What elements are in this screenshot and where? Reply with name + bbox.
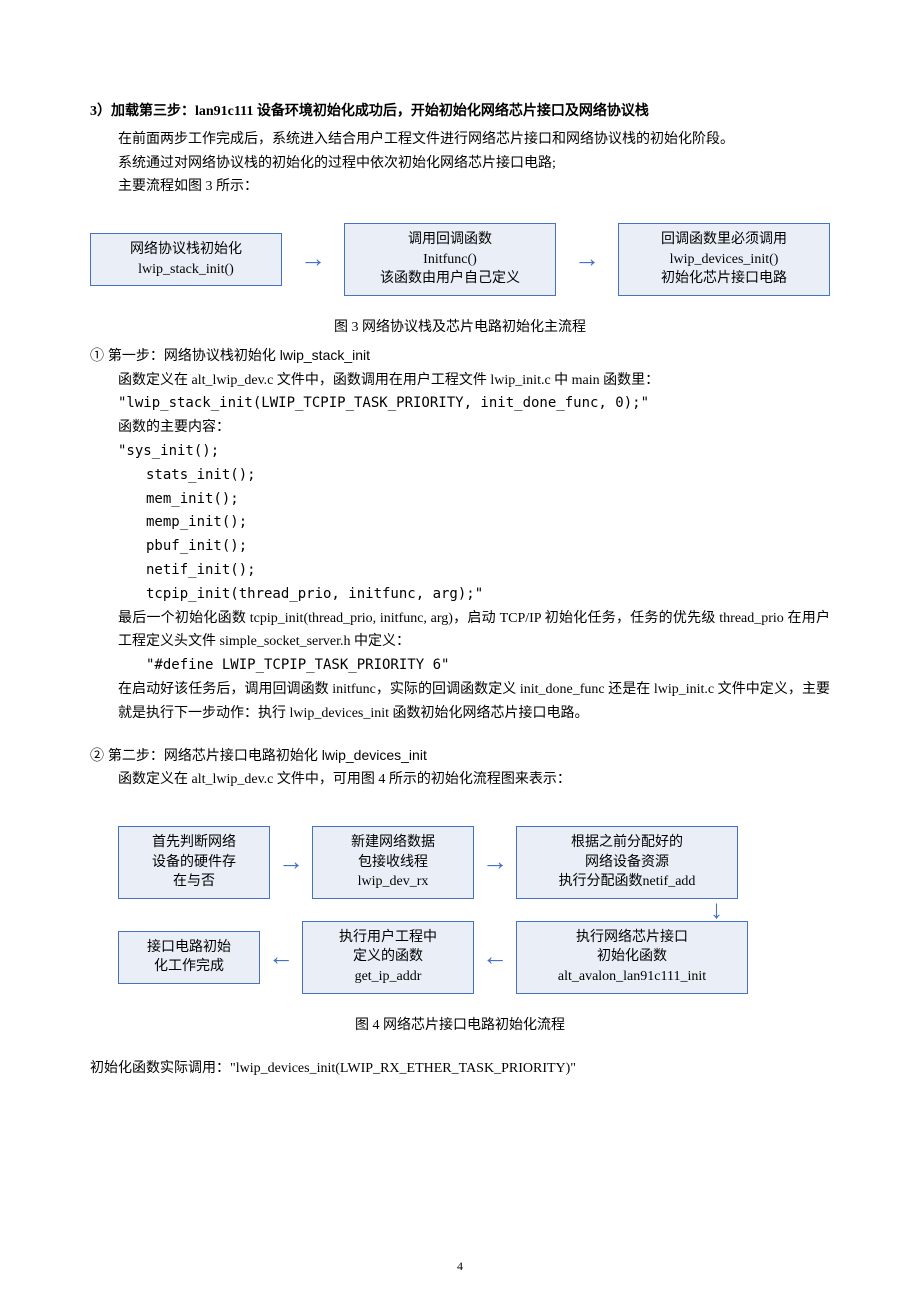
arrow-left-icon: ←: [266, 935, 296, 979]
arrow-right-icon: →: [276, 840, 306, 884]
flow-box: 调用回调函数 Initfunc() 该函数由用户自己定义: [344, 223, 556, 296]
code: "sys_init();: [90, 440, 830, 464]
arrow-right-icon: →: [572, 237, 602, 281]
flow-box: 网络协议栈初始化 lwip_stack_init(): [90, 233, 282, 286]
text: 网络协议栈初始化: [101, 240, 271, 260]
flow-box: 根据之前分配好的 网络设备资源 执行分配函数netif_add: [516, 826, 738, 899]
flow-box: 执行用户工程中 定义的函数 get_ip_addr: [302, 921, 474, 994]
text: 执行网络芯片接口: [527, 928, 737, 948]
code: tcpip_init(thread_prio, initfunc, arg);": [90, 583, 830, 607]
text: 初始化函数实际调用："lwip_devices_init(LWIP_RX_ETH…: [90, 1057, 830, 1081]
diagram-3: 网络协议栈初始化 lwip_stack_init() → 调用回调函数 Init…: [90, 223, 830, 296]
text: 在与否: [129, 872, 259, 892]
code: "lwip_stack_init(LWIP_TCPIP_TASK_PRIORIT…: [90, 392, 830, 416]
paragraph: 系统通过对网络协议栈的初始化的过程中依次初始化网络芯片接口电路;: [90, 152, 830, 176]
text: 执行分配函数netif_add: [527, 872, 727, 892]
text: 回调函数里必须调用: [629, 230, 819, 250]
text: Initfunc(): [355, 250, 545, 270]
text: 化工作完成: [129, 957, 249, 977]
text: 执行用户工程中: [313, 928, 463, 948]
figure-caption-4: 图 4 网络芯片接口电路初始化流程: [90, 1014, 830, 1038]
step-title: ① 第一步：网络协议栈初始化 lwip_stack_init: [90, 344, 830, 369]
text: 接口电路初始: [129, 938, 249, 958]
text: ① 第一步：网络协议栈初始化 lwip_stack_init: [90, 347, 370, 363]
text: 初始化函数: [527, 947, 737, 967]
text: 网络设备资源: [527, 853, 727, 873]
step-1: ① 第一步：网络协议栈初始化 lwip_stack_init 函数定义在 alt…: [90, 344, 830, 726]
flow-box: 新建网络数据 包接收线程 lwip_dev_rx: [312, 826, 474, 899]
step-2: ② 第二步：网络芯片接口电路初始化 lwip_devices_init 函数定义…: [90, 744, 830, 793]
text: 函数定义在 alt_lwip_dev.c 文件中，函数调用在用户工程文件 lwi…: [90, 369, 830, 393]
step-title: ② 第二步：网络芯片接口电路初始化 lwip_devices_init: [90, 744, 830, 769]
text: 设备的硬件存: [129, 853, 259, 873]
text: 调用回调函数: [355, 230, 545, 250]
code: pbuf_init();: [90, 535, 830, 559]
text: 新建网络数据: [323, 833, 463, 853]
text: ② 第二步：网络芯片接口电路初始化 lwip_devices_init: [90, 747, 427, 763]
text: lwip_dev_rx: [323, 872, 463, 892]
arrow-down-icon: ↓: [118, 897, 818, 923]
paragraph: 主要流程如图 3 所示：: [90, 175, 830, 199]
arrow-right-icon: →: [298, 237, 328, 281]
page: 3）加载第三步：lan91c111 设备环境初始化成功后，开始初始化网络芯片接口…: [0, 0, 920, 1302]
arrow-right-icon: →: [480, 840, 510, 884]
text: 定义的函数: [313, 947, 463, 967]
text: 首先判断网络: [129, 833, 259, 853]
flow-box: 接口电路初始 化工作完成: [118, 931, 260, 984]
section-heading-3: 3）加载第三步：lan91c111 设备环境初始化成功后，开始初始化网络芯片接口…: [90, 100, 830, 124]
code: stats_init();: [90, 464, 830, 488]
text: 初始化芯片接口电路: [629, 269, 819, 289]
flow-box: 执行网络芯片接口 初始化函数 alt_avalon_lan91c111_init: [516, 921, 748, 994]
diagram-4: 首先判断网络 设备的硬件存 在与否 → 新建网络数据 包接收线程 lwip_de…: [118, 826, 818, 994]
arrow-left-icon: ←: [480, 935, 510, 979]
code: memp_init();: [90, 511, 830, 535]
text: 包接收线程: [323, 853, 463, 873]
text: 在启动好该任务后，调用回调函数 initfunc，实际的回调函数定义 init_…: [90, 678, 830, 726]
code: netif_init();: [90, 559, 830, 583]
page-number: 4: [0, 1256, 920, 1276]
text: alt_avalon_lan91c111_init: [527, 967, 737, 987]
text: 函数定义在 alt_lwip_dev.c 文件中，可用图 4 所示的初始化流程图…: [90, 768, 830, 792]
text: 根据之前分配好的: [527, 833, 727, 853]
text: lwip_stack_init(): [101, 260, 271, 280]
code: "#define LWIP_TCPIP_TASK_PRIORITY 6": [90, 654, 830, 678]
text: lwip_devices_init(): [629, 250, 819, 270]
flow-box: 回调函数里必须调用 lwip_devices_init() 初始化芯片接口电路: [618, 223, 830, 296]
text: get_ip_addr: [313, 967, 463, 987]
text: 最后一个初始化函数 tcpip_init(thread_prio, initfu…: [90, 607, 830, 655]
paragraph: 在前面两步工作完成后，系统进入结合用户工程文件进行网络芯片接口和网络协议栈的初始…: [90, 128, 830, 152]
text: 该函数由用户自己定义: [355, 269, 545, 289]
figure-caption-3: 图 3 网络协议栈及芯片电路初始化主流程: [90, 316, 830, 340]
code: mem_init();: [90, 488, 830, 512]
flow-box: 首先判断网络 设备的硬件存 在与否: [118, 826, 270, 899]
text: 函数的主要内容：: [90, 416, 830, 440]
